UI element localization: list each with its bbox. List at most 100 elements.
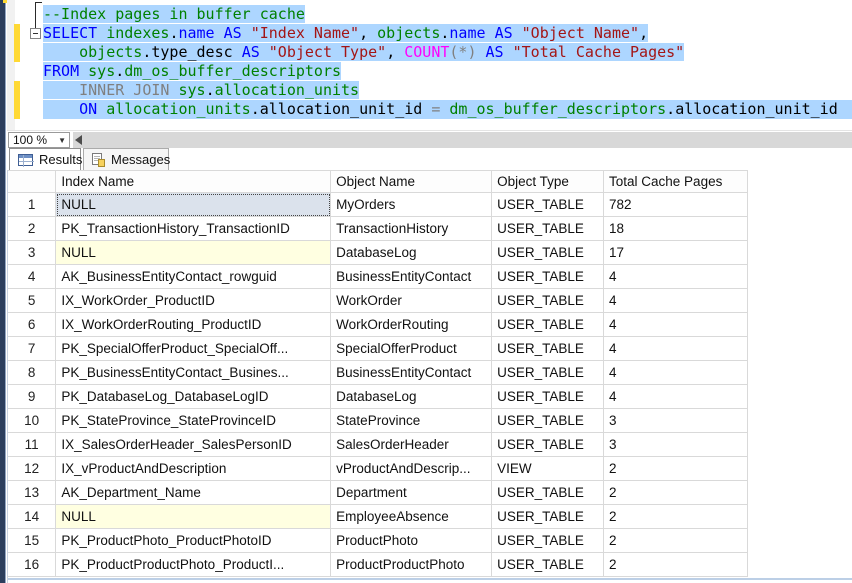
row-number[interactable]: 3: [8, 241, 56, 265]
results-grid[interactable]: Index NameObject NameObject TypeTotal Ca…: [7, 170, 852, 583]
code-line[interactable]: FROM sys.dm_os_buffer_descriptors: [43, 62, 852, 81]
grid-cell[interactable]: PK_ProductProductPhoto_ProductI...: [56, 553, 331, 577]
grid-cell[interactable]: USER_TABLE: [492, 193, 604, 217]
row-number[interactable]: 11: [8, 433, 56, 457]
row-number[interactable]: 4: [8, 265, 56, 289]
grid-cell[interactable]: IX_WorkOrderRouting_ProductID: [56, 313, 331, 337]
grid-cell[interactable]: PK_SpecialOfferProduct_SpecialOff...: [56, 337, 331, 361]
grid-cell[interactable]: USER_TABLE: [492, 433, 604, 457]
row-number[interactable]: 6: [8, 313, 56, 337]
grid-cell[interactable]: USER_TABLE: [492, 409, 604, 433]
grid-cell[interactable]: PK_StateProvince_StateProvinceID: [56, 409, 331, 433]
code-lines[interactable]: --Index pages in buffer cacheSELECT inde…: [43, 5, 852, 119]
grid-cell[interactable]: USER_TABLE: [492, 505, 604, 529]
row-number[interactable]: 2: [8, 217, 56, 241]
grid-cell[interactable]: IX_SalesOrderHeader_SalesPersonID: [56, 433, 331, 457]
code-line[interactable]: objects.type_desc AS "Object Type", COUN…: [43, 43, 852, 62]
query-editor[interactable]: --Index pages in buffer cacheSELECT inde…: [7, 0, 852, 130]
grid-cell[interactable]: IX_vProductAndDescription: [56, 457, 331, 481]
grid-cell[interactable]: NULL: [56, 505, 331, 529]
code-line[interactable]: --Index pages in buffer cache: [43, 5, 852, 24]
selected-cell[interactable]: NULL: [56, 193, 331, 217]
grid-cell[interactable]: 782: [604, 193, 748, 217]
row-number[interactable]: 5: [8, 289, 56, 313]
grid-cell[interactable]: 2: [604, 505, 748, 529]
row-number[interactable]: 9: [8, 385, 56, 409]
row-number[interactable]: 7: [8, 337, 56, 361]
grid-cell[interactable]: USER_TABLE: [492, 553, 604, 577]
grid-cell[interactable]: 4: [604, 361, 748, 385]
grid-cell[interactable]: BusinessEntityContact: [331, 361, 492, 385]
grid-cell[interactable]: vProductAndDescrip...: [331, 457, 492, 481]
grid-cell[interactable]: TransactionHistory: [331, 217, 492, 241]
grid-cell[interactable]: USER_TABLE: [492, 529, 604, 553]
grid-cell[interactable]: USER_TABLE: [492, 481, 604, 505]
code-line[interactable]: SELECT indexes.name AS "Index Name", obj…: [43, 24, 852, 43]
row-number[interactable]: 1: [8, 193, 56, 217]
grid-cell[interactable]: StateProvince: [331, 409, 492, 433]
column-header[interactable]: Index Name: [56, 171, 331, 193]
grid-cell[interactable]: IX_WorkOrder_ProductID: [56, 289, 331, 313]
grid-cell[interactable]: 2: [604, 457, 748, 481]
grid-cell[interactable]: DatabaseLog: [331, 385, 492, 409]
row-number[interactable]: 15: [8, 529, 56, 553]
grid-cell[interactable]: 3: [604, 409, 748, 433]
grid-cell[interactable]: USER_TABLE: [492, 289, 604, 313]
grid-cell[interactable]: MyOrders: [331, 193, 492, 217]
grid-cell[interactable]: 4: [604, 265, 748, 289]
grid-cell[interactable]: 3: [604, 433, 748, 457]
grid-cell[interactable]: 2: [604, 529, 748, 553]
grid-cell[interactable]: WorkOrderRouting: [331, 313, 492, 337]
scroll-left-icon[interactable]: [75, 135, 82, 145]
grid-cell[interactable]: 4: [604, 313, 748, 337]
grid-cell[interactable]: USER_TABLE: [492, 337, 604, 361]
grid-cell[interactable]: USER_TABLE: [492, 241, 604, 265]
grid-cell[interactable]: WorkOrder: [331, 289, 492, 313]
tab-messages[interactable]: Messages: [83, 148, 169, 170]
column-header[interactable]: Object Name: [331, 171, 492, 193]
grid-cell[interactable]: USER_TABLE: [492, 217, 604, 241]
row-number[interactable]: 13: [8, 481, 56, 505]
grid-cell[interactable]: 4: [604, 337, 748, 361]
row-number[interactable]: 16: [8, 553, 56, 577]
grid-cell[interactable]: PK_BusinessEntityContact_Busines...: [56, 361, 331, 385]
grid-cell[interactable]: VIEW: [492, 457, 604, 481]
zoom-dropdown[interactable]: 100 % ▼: [8, 132, 70, 148]
code-line[interactable]: ON allocation_units.allocation_unit_id =…: [43, 100, 852, 119]
grid-cell[interactable]: BusinessEntityContact: [331, 265, 492, 289]
grid-cell[interactable]: NULL: [56, 241, 331, 265]
row-number[interactable]: 10: [8, 409, 56, 433]
tab-results[interactable]: Results: [9, 148, 81, 170]
grid-cell[interactable]: PK_DatabaseLog_DatabaseLogID: [56, 385, 331, 409]
grid-cell[interactable]: USER_TABLE: [492, 313, 604, 337]
grid-cell[interactable]: DatabaseLog: [331, 241, 492, 265]
grid-cell[interactable]: USER_TABLE: [492, 385, 604, 409]
grid-cell[interactable]: 4: [604, 385, 748, 409]
collapse-toggle-icon[interactable]: [30, 28, 41, 39]
row-number[interactable]: 8: [8, 361, 56, 385]
grid-cell[interactable]: Department: [331, 481, 492, 505]
column-header[interactable]: Object Type: [492, 171, 604, 193]
horizontal-scrollbar[interactable]: [73, 132, 852, 148]
grid-cell[interactable]: 18: [604, 217, 748, 241]
column-header[interactable]: Total Cache Pages: [604, 171, 748, 193]
grid-cell[interactable]: USER_TABLE: [492, 361, 604, 385]
grid-cell[interactable]: 17: [604, 241, 748, 265]
grid-cell[interactable]: 4: [604, 289, 748, 313]
grid-cell[interactable]: ProductPhoto: [331, 529, 492, 553]
row-number[interactable]: 12: [8, 457, 56, 481]
grid-cell[interactable]: PK_ProductPhoto_ProductPhotoID: [56, 529, 331, 553]
grid-cell[interactable]: PK_TransactionHistory_TransactionID: [56, 217, 331, 241]
grid-cell[interactable]: 2: [604, 481, 748, 505]
row-number[interactable]: 14: [8, 505, 56, 529]
grid-cell[interactable]: USER_TABLE: [492, 265, 604, 289]
grid-cell[interactable]: ProductProductPhoto: [331, 553, 492, 577]
code-line[interactable]: INNER JOIN sys.allocation_units: [43, 81, 852, 100]
grid-cell[interactable]: SalesOrderHeader: [331, 433, 492, 457]
grid-cell[interactable]: SpecialOfferProduct: [331, 337, 492, 361]
grid-cell[interactable]: AK_BusinessEntityContact_rowguid: [56, 265, 331, 289]
column-header[interactable]: [8, 171, 56, 193]
grid-cell[interactable]: 2: [604, 553, 748, 577]
grid-cell[interactable]: EmployeeAbsence: [331, 505, 492, 529]
grid-cell[interactable]: AK_Department_Name: [56, 481, 331, 505]
